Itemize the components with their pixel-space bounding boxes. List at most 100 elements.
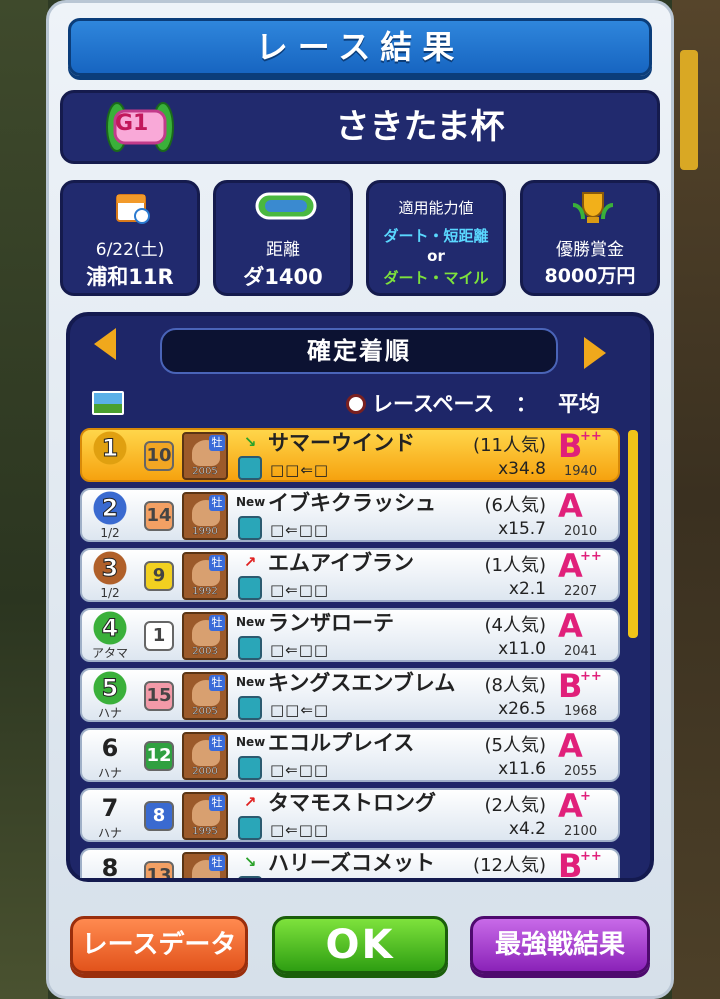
strongest-result-button[interactable]: 最強戦結果: [470, 916, 650, 974]
speed-type-icon: [238, 696, 262, 720]
horse-name: タマモストロング: [268, 791, 436, 815]
trophy-icon: [572, 192, 614, 223]
sex-badge: 牡: [209, 555, 225, 571]
gate-number: 15: [144, 681, 174, 711]
ok-button[interactable]: OK: [272, 916, 448, 974]
arrow-right-icon[interactable]: [584, 337, 606, 369]
image-icon[interactable]: [92, 391, 124, 415]
prize-label: 優勝賞金: [556, 240, 624, 260]
odds: x34.8: [498, 459, 546, 479]
popularity: (2人気): [484, 795, 547, 816]
popularity: (12人気): [473, 855, 546, 876]
rank-number: 2: [86, 491, 134, 525]
horse-portrait: 牡 2000: [182, 732, 228, 780]
sex-badge: 牡: [209, 435, 225, 451]
trend-icon: New: [236, 735, 266, 749]
page-title: レース結果: [255, 28, 465, 66]
horse-year: 1995: [192, 826, 218, 837]
odds: x4.2: [508, 819, 546, 839]
race-pace-value: 平均: [558, 392, 601, 416]
horse-portrait: 牡 1992: [182, 552, 228, 600]
popularity: (8人気): [484, 675, 547, 696]
result-row[interactable]: 3 1/2 9 牡 1992 ↗ エムアイブラン □⇐□□ (1人気) x2.1 A ++ 2207: [80, 548, 620, 602]
ability-option-2: ダート・マイル: [383, 269, 489, 287]
grade-letter: A: [558, 727, 583, 765]
race-data-button[interactable]: レースデータ: [70, 916, 248, 974]
title-bar: レース結果: [68, 18, 652, 76]
rating-points: 2041: [564, 644, 598, 659]
gate-number: 13: [144, 861, 174, 878]
trend-icon: New: [236, 495, 266, 509]
grade-letter: B: [558, 847, 583, 878]
trend-icon: ↘: [243, 853, 257, 871]
horse-year: 1990: [192, 526, 218, 537]
grade-letter: A: [558, 607, 583, 645]
clock-icon: [346, 394, 366, 414]
rank-number: 1: [86, 431, 134, 465]
grade-plus: ++: [580, 669, 602, 684]
horse-year: 1992: [192, 586, 218, 597]
scrollbar[interactable]: [628, 430, 638, 638]
track-icon: [255, 192, 317, 220]
background-left: [0, 0, 48, 999]
horse-year: 2005: [192, 706, 218, 717]
grade-letter: B: [558, 428, 583, 465]
horse-year: 2005: [192, 466, 218, 477]
race-name-banner: G1 さきたま杯: [60, 90, 660, 164]
gate-number: 8: [144, 801, 174, 831]
margin-label: ハナ: [97, 766, 122, 780]
popularity: (11人気): [473, 435, 546, 456]
result-row[interactable]: 8 13 牡 ↘ ハリーズコメット (12人気) B ++: [80, 848, 620, 878]
ability-option-1: ダート・短距離: [383, 227, 489, 245]
rank-number: 3: [86, 551, 134, 585]
trend-icon: ↘: [243, 433, 257, 451]
result-row[interactable]: 2 1/2 14 牡 1990 New イブキクラッシュ □⇐□□ (6人気) x15.7 A 201…: [80, 488, 620, 542]
odds: x11.0: [498, 639, 546, 659]
calendar-icon: [116, 194, 150, 224]
rating-points: 2055: [564, 764, 598, 779]
trend-icon: New: [236, 675, 266, 689]
race-venue: 浦和11R: [86, 265, 174, 289]
gate-number: 9: [144, 561, 174, 591]
horse-portrait: 牡: [182, 852, 228, 878]
result-row[interactable]: 5 ハナ 15 牡 2005 New キングスエンブレム □□⇐□ (8人気) x26.5 B ++ 1…: [80, 668, 620, 722]
odds: x15.7: [498, 519, 546, 539]
result-row[interactable]: 4 アタマ 1 牡 2003 New ランザローテ □⇐□□ (4人気) x11.0 A 2041: [80, 608, 620, 662]
position-marks: □⇐□□: [270, 521, 330, 539]
rating-points: 2010: [564, 524, 598, 539]
position-marks: □⇐□□: [270, 761, 330, 779]
rating-points: 1940: [564, 464, 598, 479]
margin-label: アタマ: [91, 646, 128, 660]
race-name: さきたま杯: [335, 107, 505, 147]
result-row[interactable]: 1 10 牡 2005 ↘ サマーウインド □□⇐□ (11人気) x34.8 B ++ 1940: [80, 428, 620, 482]
position-marks: □⇐□□: [270, 581, 330, 599]
trend-icon: New: [236, 615, 266, 629]
ability-label: 適用能力値: [398, 199, 474, 217]
position-marks: □⇐□□: [270, 641, 330, 659]
result-row[interactable]: 6 ハナ 12 牡 2000 New エコルプレイス □⇐□□ (5人気) x11.6 A 2055: [80, 728, 620, 782]
grade-plus: ++: [580, 849, 602, 864]
horse-name: キングスエンブレム: [268, 671, 456, 695]
prize-value: 8000万円: [544, 265, 636, 287]
grade-label: G1: [115, 111, 149, 136]
result-row[interactable]: 7 ハナ 8 牡 1995 ↗ タマモストロング □⇐□□ (2人気) x4.2 A +2100: [80, 788, 620, 842]
rating-points: 2207: [564, 584, 598, 599]
rank-number: 4: [86, 611, 134, 645]
popularity: (1人気): [484, 555, 547, 576]
grade-plus: +: [580, 789, 591, 804]
horse-portrait: 牡 2003: [182, 612, 228, 660]
speed-type-icon: [238, 576, 262, 600]
speed-type-icon: [238, 756, 262, 780]
sex-badge: 牡: [209, 615, 225, 631]
sex-badge: 牡: [209, 795, 225, 811]
gate-number: 1: [144, 621, 174, 651]
gate-number: 12: [144, 741, 174, 771]
speed-type-icon: [238, 876, 262, 878]
trend-icon: ↗: [243, 793, 257, 811]
arrow-left-icon[interactable]: [94, 328, 116, 360]
ability-box: 適用能力値 ダート・短距離 or ダート・マイル: [366, 180, 506, 296]
horse-year: 2000: [192, 766, 218, 777]
popularity: (4人気): [484, 615, 547, 636]
margin-label: ハナ: [97, 826, 122, 840]
sex-badge: 牡: [209, 495, 225, 511]
